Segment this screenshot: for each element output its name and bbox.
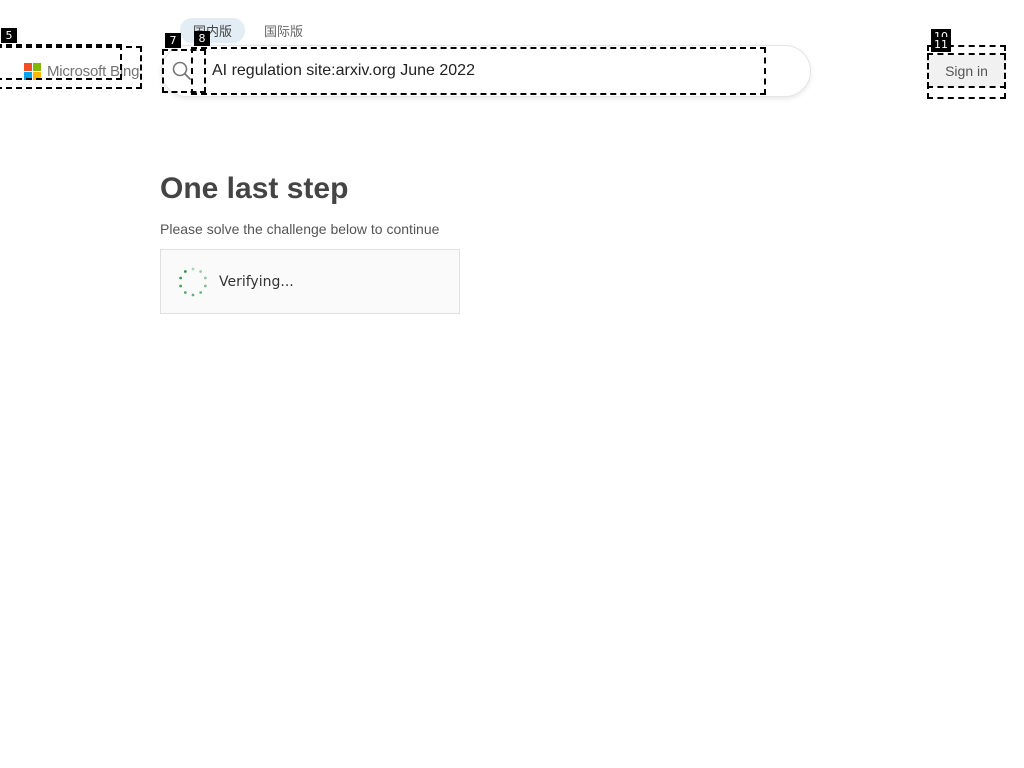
search-input[interactable] xyxy=(206,52,774,90)
mark-label: 11 xyxy=(931,37,951,52)
microsoft-logo-icon xyxy=(24,62,41,80)
verifying-status: Verifying... xyxy=(219,274,294,290)
tab-international[interactable]: 国际版 xyxy=(251,18,316,43)
mark-label: 8 xyxy=(194,31,210,46)
sign-in-button[interactable]: Sign in xyxy=(929,55,1004,87)
tab-domestic[interactable]: 国内版 xyxy=(180,18,246,43)
page-title: One last step xyxy=(160,172,349,205)
mark-label: 7 xyxy=(165,33,181,48)
logo-text: Microsoft Bing xyxy=(47,62,140,80)
challenge-widget[interactable]: Verifying... xyxy=(160,249,460,314)
spinner-icon xyxy=(179,267,207,297)
page-subtitle: Please solve the challenge below to cont… xyxy=(160,221,440,237)
search-icon[interactable] xyxy=(172,61,192,81)
mark-label: 5 xyxy=(1,28,17,43)
bing-logo[interactable]: Microsoft Bing xyxy=(24,62,139,80)
